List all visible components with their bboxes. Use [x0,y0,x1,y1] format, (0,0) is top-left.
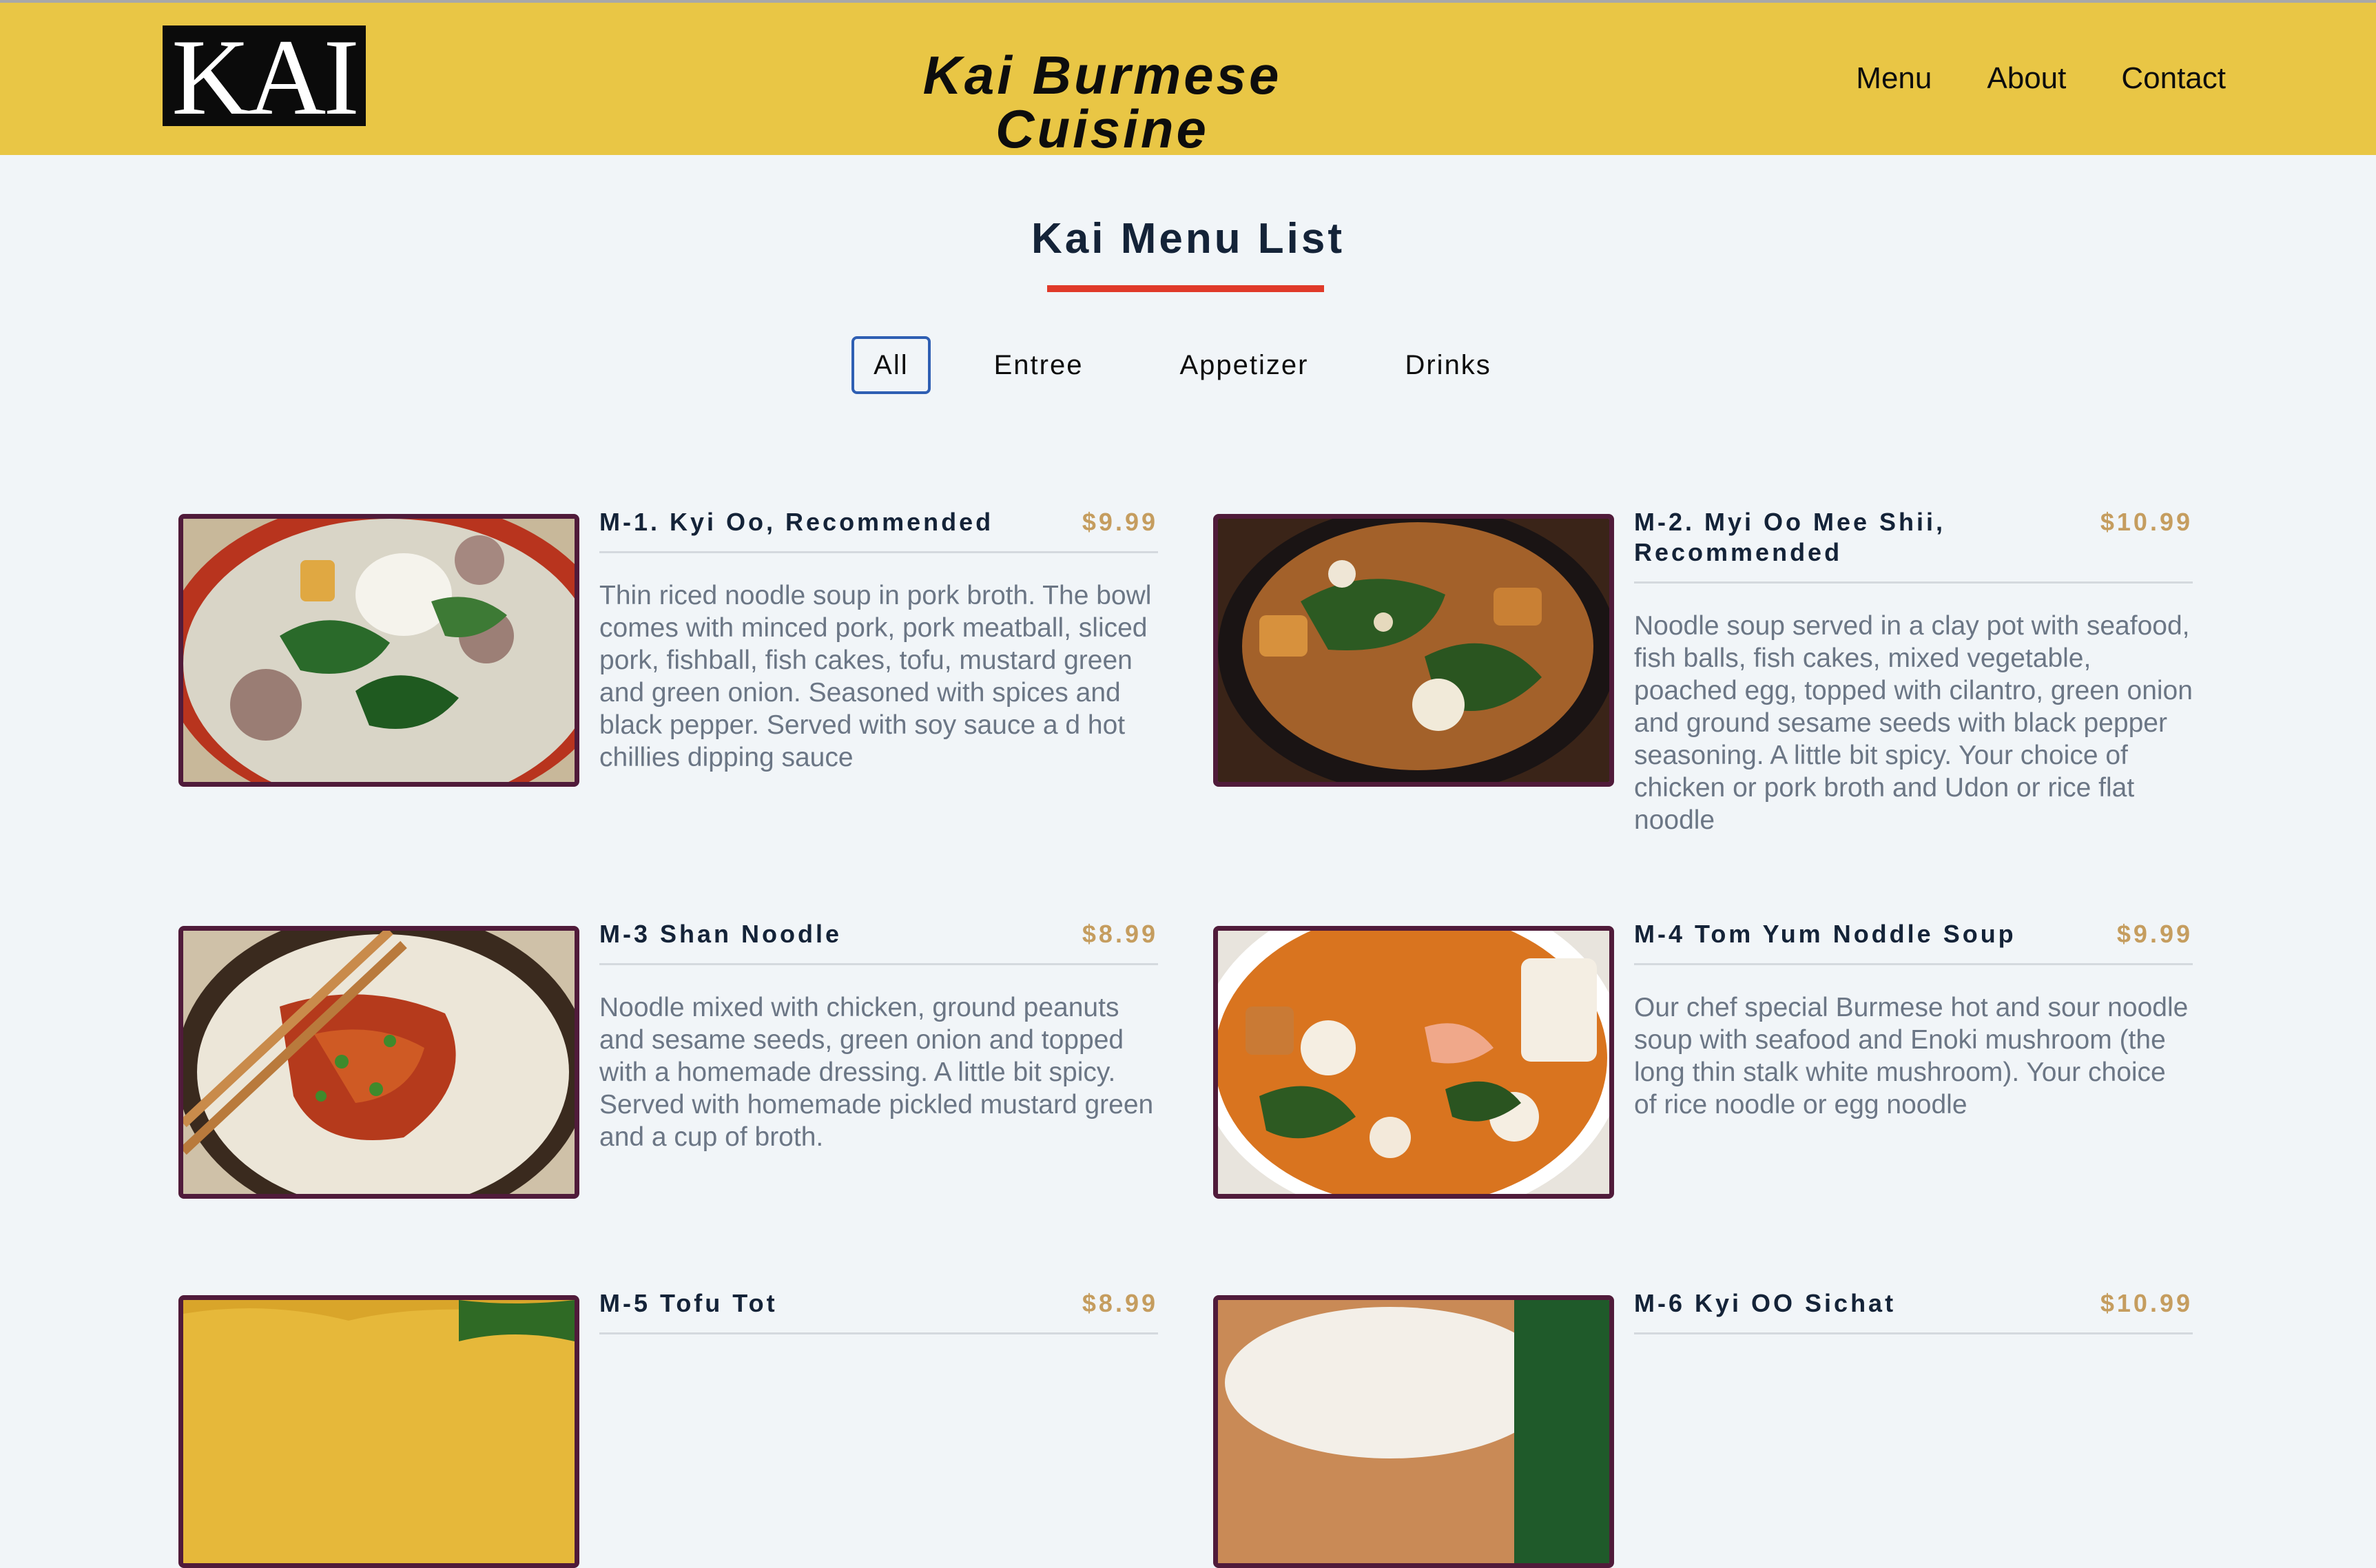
kyi-oo-sichat-photo [1213,1295,1614,1568]
category-filters: All Entree Appetizer Drinks [0,336,2376,394]
item-price: $8.99 [1082,1289,1158,1317]
item-price: $9.99 [1082,508,1158,536]
shan-noodle-photo [178,926,579,1199]
item-name: M-3 Shan Noodle [599,920,843,948]
tom-yum-photo [1213,926,1614,1199]
item-description: Noodle mixed with chicken, ground peanut… [599,993,1154,1152]
item-info: M-4 Tom Yum Noddle Soup $9.99 Our chef s… [1634,920,2193,1121]
item-name: M-1. Kyi Oo, Recommended [599,508,994,536]
item-price: $8.99 [1082,920,1158,948]
item-description: Thin riced noodle soup in pork broth. Th… [599,581,1152,772]
item-info: M-2. Myi Oo Mee Shii, Recommended $10.99… [1634,508,2193,836]
nav-contact-link[interactable]: Contact [2121,63,2226,94]
item-header: M-1. Kyi Oo, Recommended $9.99 [599,508,1158,553]
item-info: M-5 Tofu Tot $8.99 [599,1289,1158,1361]
item-info: M-3 Shan Noodle $8.99 Noodle mixed with … [599,920,1158,1153]
item-header: M-4 Tom Yum Noddle Soup $9.99 [1634,920,2193,965]
site-header: KAI Kai Burmese Cuisine Menu About Conta… [0,0,2376,159]
nav-about-link[interactable]: About [1987,63,2066,94]
item-header: M-2. Myi Oo Mee Shii, Recommended $10.99 [1634,508,2193,584]
menu-section-title: Kai Menu List [1031,215,1345,262]
filter-entree-button[interactable]: Entree [961,336,1117,394]
myi-oo-mee-shii-photo [1213,514,1614,787]
logo[interactable]: KAI [161,23,368,132]
item-name: M-2. Myi Oo Mee Shii, Recommended [1634,508,1946,566]
item-header: M-5 Tofu Tot $8.99 [599,1289,1158,1334]
nav-menu-link[interactable]: Menu [1856,63,1932,94]
item-info: M-6 Kyi OO Sichat $10.99 [1634,1289,2193,1361]
item-name: M-5 Tofu Tot [599,1289,778,1317]
item-price: $10.99 [2100,1289,2193,1317]
main-nav: Menu About Contact [1856,63,2226,94]
item-info: M-1. Kyi Oo, Recommended $9.99 Thin rice… [599,508,1158,774]
item-description: Our chef special Burmese hot and sour no… [1634,993,2189,1120]
item-name: M-4 Tom Yum Noddle Soup [1634,920,2016,948]
item-price: $9.99 [2116,920,2193,948]
logo-text: KAI [172,17,360,138]
filter-drinks-button[interactable]: Drinks [1372,336,1524,394]
item-header: M-3 Shan Noodle $8.99 [599,920,1158,965]
filter-appetizer-button[interactable]: Appetizer [1146,336,1341,394]
filter-all-button[interactable]: All [851,336,931,394]
item-description: Noodle soup served in a clay pot with se… [1634,611,2193,835]
item-name: M-6 Kyi OO Sichat [1634,1289,1897,1317]
item-header: M-6 Kyi OO Sichat $10.99 [1634,1289,2193,1334]
item-price: $10.99 [2100,508,2193,536]
kyi-oo-photo [178,514,579,787]
site-title: Kai Burmese Cuisine [922,45,1282,159]
title-underline [1047,285,1324,292]
tofu-tot-photo [178,1295,579,1568]
